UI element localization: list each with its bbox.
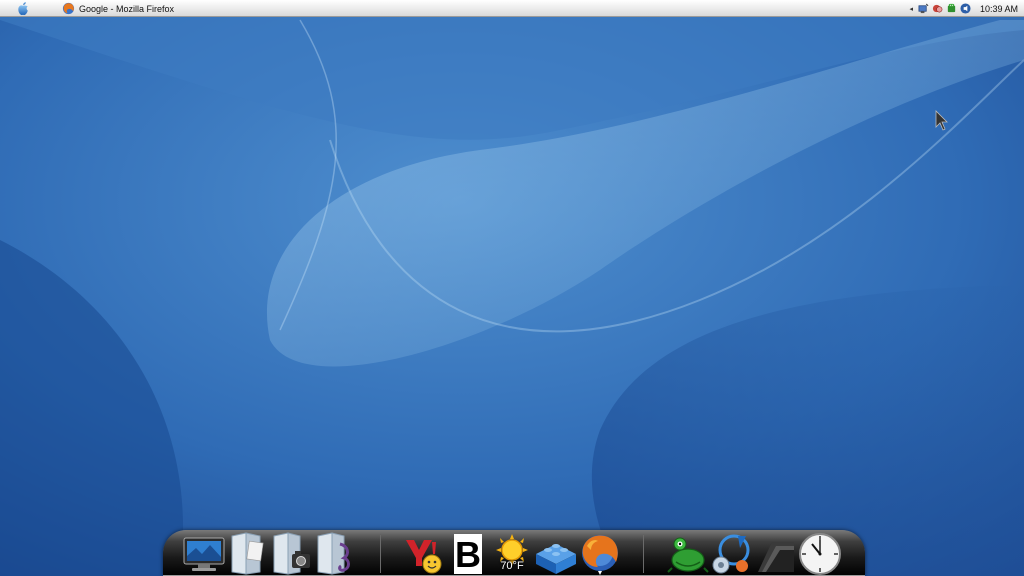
android-icon[interactable]: [946, 3, 957, 14]
menubar-clock[interactable]: 10:39 AM: [980, 4, 1018, 14]
network-icon[interactable]: [918, 3, 929, 14]
weather-widget-icon[interactable]: 70°F: [490, 532, 534, 576]
music-folder-icon[interactable]: [314, 532, 358, 576]
firefox-small-icon: [62, 2, 75, 15]
top-menubar: Google - Mozilla Firefox ◂ 10:39 AM: [0, 0, 1024, 17]
clock-icon[interactable]: [798, 532, 842, 576]
yahoo-messenger-icon[interactable]: [402, 532, 446, 576]
dock-separator: [643, 535, 644, 573]
mouse-cursor-icon: [935, 110, 948, 131]
bold-b-icon[interactable]: B: [446, 532, 490, 576]
display-settings-icon[interactable]: [182, 532, 226, 576]
firefox-icon[interactable]: [578, 532, 622, 576]
desktop-wallpaper: [0, 0, 1024, 576]
bold-b-label: B: [455, 534, 481, 575]
tray-expand-arrow[interactable]: ◂: [909, 5, 913, 13]
dock-separator: [380, 535, 381, 573]
system-tools-icon[interactable]: [710, 532, 754, 576]
chat-icon[interactable]: [932, 3, 943, 14]
stack-icon[interactable]: [754, 532, 798, 576]
speaker-icon[interactable]: [960, 3, 971, 14]
weather-temperature: 70°F: [500, 560, 524, 572]
active-window[interactable]: Google - Mozilla Firefox: [62, 0, 174, 17]
pictures-folder-icon[interactable]: [270, 532, 314, 576]
frog-app-icon[interactable]: [666, 532, 710, 576]
documents-folder-icon[interactable]: [226, 532, 270, 576]
apple-menu-icon[interactable]: [15, 1, 31, 16]
system-tray: ◂ 10:39 AM: [909, 0, 1018, 17]
lego-brick-icon[interactable]: [534, 532, 578, 576]
active-window-title: Google - Mozilla Firefox: [79, 3, 175, 14]
